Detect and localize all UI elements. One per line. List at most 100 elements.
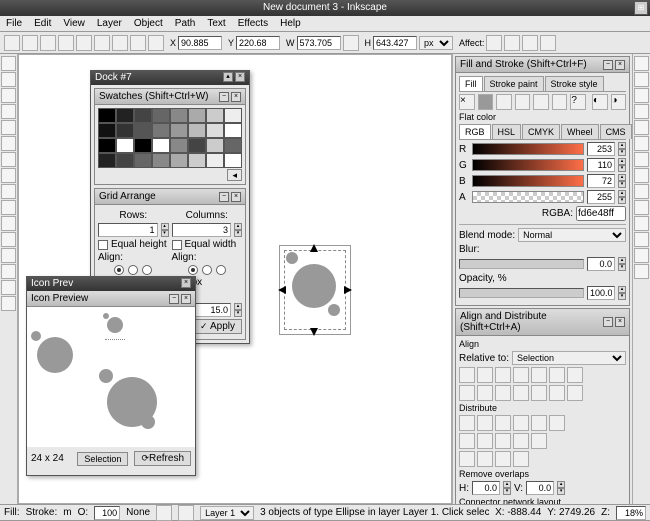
spin-down-icon[interactable]: ▾ <box>234 230 242 237</box>
distribute-icon[interactable] <box>477 433 493 449</box>
snap-icon[interactable] <box>634 232 649 247</box>
dropper-tool-icon[interactable] <box>1 264 16 279</box>
calligraphy-tool-icon[interactable] <box>1 216 16 231</box>
align-icon[interactable] <box>477 385 493 401</box>
snap-icon[interactable] <box>634 168 649 183</box>
distribute-icon[interactable] <box>513 415 529 431</box>
tool-icon[interactable] <box>130 35 146 51</box>
colormode-cmyk[interactable]: CMYK <box>522 124 560 139</box>
spin-down-icon[interactable]: ▾ <box>618 197 626 204</box>
distribute-icon[interactable] <box>495 433 511 449</box>
x-input[interactable] <box>178 36 222 50</box>
distribute-icon[interactable] <box>495 415 511 431</box>
align-radio[interactable] <box>188 265 198 275</box>
pen-tool-icon[interactable] <box>1 200 16 215</box>
menu-object[interactable]: Object <box>128 16 169 31</box>
colormode-hsl[interactable]: HSL <box>492 124 522 139</box>
snap-icon[interactable] <box>634 184 649 199</box>
paint-pattern-icon[interactable] <box>533 94 549 110</box>
rgba-input[interactable] <box>576 206 626 221</box>
spin-down-icon[interactable]: ▾ <box>234 310 242 317</box>
units-select[interactable]: px <box>419 36 453 50</box>
a-input[interactable] <box>587 190 615 204</box>
snap-icon[interactable] <box>634 72 649 87</box>
snap-icon[interactable] <box>634 216 649 231</box>
affect-icon[interactable] <box>486 35 502 51</box>
paint-radgrad-icon[interactable] <box>515 94 531 110</box>
align-icon[interactable] <box>513 367 529 383</box>
h-input[interactable] <box>373 36 417 50</box>
spin-up-icon[interactable]: ▴ <box>618 158 626 165</box>
zoom-tool-icon[interactable] <box>1 88 16 103</box>
paint-swatch-icon[interactable] <box>552 94 568 110</box>
spin-up-icon[interactable]: ▴ <box>618 174 626 181</box>
distribute-icon[interactable] <box>531 415 547 431</box>
snap-icon[interactable] <box>634 120 649 135</box>
window-control-icon[interactable]: ⊞ <box>634 1 648 15</box>
refresh-button[interactable]: ⟳Refresh <box>134 451 191 466</box>
blur-input[interactable] <box>587 257 615 271</box>
panel-close-icon[interactable]: × <box>615 60 625 70</box>
bucket-tool-icon[interactable] <box>1 280 16 295</box>
tool-icon[interactable] <box>22 35 38 51</box>
star-tool-icon[interactable] <box>1 152 16 167</box>
3dbox-tool-icon[interactable] <box>1 120 16 135</box>
panel-close-icon[interactable]: × <box>181 294 191 304</box>
align-radio[interactable] <box>202 265 212 275</box>
affect-icon[interactable] <box>540 35 556 51</box>
b-input[interactable] <box>587 174 615 188</box>
spin-up-icon[interactable]: ▴ <box>234 223 242 230</box>
layer-lock-icon[interactable] <box>178 505 194 521</box>
affect-icon[interactable] <box>504 35 520 51</box>
opacity-input[interactable] <box>587 286 615 300</box>
colormode-cms[interactable]: CMS <box>600 124 632 139</box>
paint-unknown-icon[interactable]: ? <box>570 94 586 110</box>
spin-up-icon[interactable]: ▴ <box>618 257 626 264</box>
menu-path[interactable]: Path <box>169 16 202 31</box>
selector-tool-icon[interactable] <box>1 56 16 71</box>
panel-close-icon[interactable]: × <box>231 192 241 202</box>
align-icon[interactable] <box>495 367 511 383</box>
scale-handle-icon[interactable] <box>278 286 286 294</box>
snap-icon[interactable] <box>634 152 649 167</box>
distribute-icon[interactable] <box>549 415 565 431</box>
spin-down-icon[interactable]: ▾ <box>503 488 511 495</box>
align-radio[interactable] <box>216 265 226 275</box>
scale-handle-icon[interactable] <box>310 328 318 336</box>
blur-slider[interactable] <box>459 259 584 269</box>
shade-icon[interactable]: ▴ <box>223 72 233 82</box>
align-icon[interactable] <box>495 385 511 401</box>
opacity-input[interactable] <box>94 506 120 520</box>
a-slider[interactable] <box>472 191 584 203</box>
panel-min-icon[interactable]: − <box>219 192 229 202</box>
scale-handle-icon[interactable] <box>310 244 318 252</box>
spiral-tool-icon[interactable] <box>1 168 16 183</box>
fill-rule-icon[interactable]: ◐ <box>592 94 608 110</box>
spin-down-icon[interactable]: ▾ <box>557 488 565 495</box>
rect-tool-icon[interactable] <box>1 104 16 119</box>
equal-height-check[interactable] <box>98 240 108 250</box>
apply-button[interactable]: ✓ Apply <box>193 319 242 334</box>
align-radio[interactable] <box>128 265 138 275</box>
tab-stroke-style[interactable]: Stroke style <box>545 76 604 91</box>
tool-icon[interactable] <box>58 35 74 51</box>
colormode-rgb[interactable]: RGB <box>459 124 491 139</box>
close-icon[interactable]: × <box>181 278 191 288</box>
paint-flat-icon[interactable] <box>478 94 494 110</box>
spin-down-icon[interactable]: ▾ <box>161 230 169 237</box>
node-tool-icon[interactable] <box>1 72 16 87</box>
align-icon[interactable] <box>459 385 475 401</box>
snap-icon[interactable] <box>634 200 649 215</box>
align-icon[interactable] <box>531 385 547 401</box>
menu-edit[interactable]: Edit <box>28 16 57 31</box>
colormode-wheel[interactable]: Wheel <box>561 124 599 139</box>
snap-icon[interactable] <box>634 56 649 71</box>
tool-icon[interactable] <box>76 35 92 51</box>
spin-up-icon[interactable]: ▴ <box>618 142 626 149</box>
layer-select[interactable]: Layer 1 <box>200 506 254 520</box>
rows-input[interactable] <box>98 223 158 237</box>
menu-layer[interactable]: Layer <box>91 16 128 31</box>
ellipse-tool-icon[interactable] <box>1 136 16 151</box>
pencil-tool-icon[interactable] <box>1 184 16 199</box>
align-icon[interactable] <box>567 367 583 383</box>
